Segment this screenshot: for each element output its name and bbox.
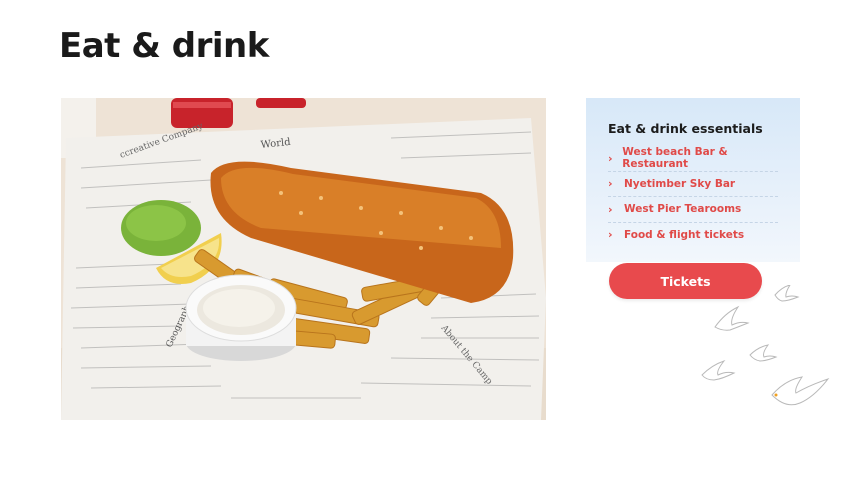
seagull-icon [701, 359, 736, 381]
chevron-right-icon: › [608, 228, 613, 242]
essentials-link-west-pier[interactable]: › West Pier Tearooms [608, 197, 778, 223]
hero-image-fish-and-chips: World ccreative Company Geograph About t… [61, 98, 546, 420]
chevron-right-icon: › [608, 151, 613, 165]
seagulls-illustration [690, 284, 850, 425]
page-title: Eat & drink [59, 26, 269, 66]
essentials-link-label: West beach Bar & Restaurant [622, 146, 728, 171]
essentials-link-food-flight[interactable]: › Food & flight tickets [608, 223, 778, 248]
seagull-icon [771, 376, 830, 406]
seagull-icon [714, 305, 750, 331]
essentials-link-label: West Pier Tearooms [624, 203, 742, 216]
chevron-right-icon: › [608, 202, 613, 216]
essentials-link-nyetimber[interactable]: › Nyetimber Sky Bar [608, 172, 778, 197]
seagull-icon [774, 284, 800, 302]
seagull-icon [749, 344, 778, 362]
essentials-link-label: Food & flight tickets [624, 228, 745, 241]
chevron-right-icon: › [608, 177, 613, 191]
eat-drink-essentials-panel: Eat & drink essentials › West beach Bar … [586, 98, 800, 262]
essentials-links: › West beach Bar & Restaurant › Nyetimbe… [608, 146, 778, 247]
essentials-link-west-beach[interactable]: › West beach Bar & Restaurant [608, 146, 778, 172]
essentials-heading: Eat & drink essentials [608, 121, 763, 136]
essentials-link-label: Nyetimber Sky Bar [624, 177, 736, 190]
